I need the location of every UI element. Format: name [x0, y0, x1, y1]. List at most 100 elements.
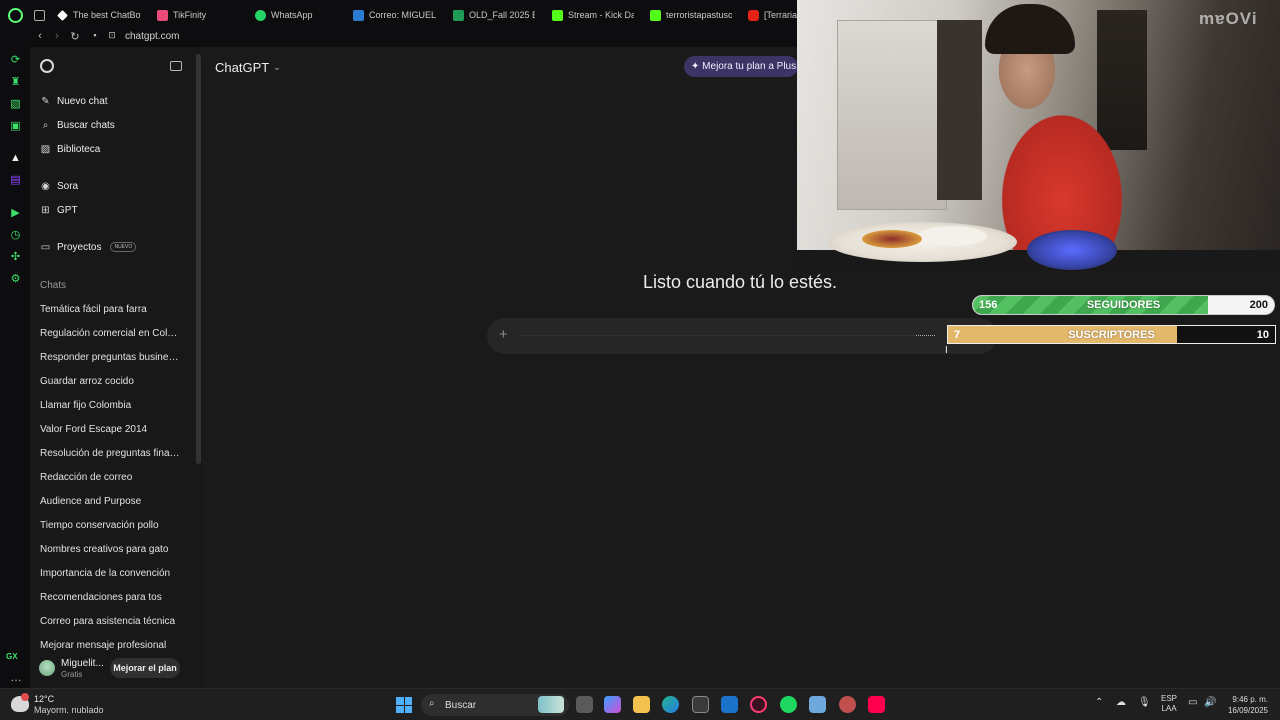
avatar[interactable] [39, 660, 55, 676]
food [862, 230, 922, 248]
text-cursor-icon: I [945, 345, 948, 356]
lang-bottom: LAA [1161, 704, 1177, 713]
prompt-input[interactable]: + [487, 318, 997, 354]
search-highlight-icon[interactable] [538, 696, 564, 713]
edge-icon[interactable] [662, 696, 679, 713]
opera-logo-icon[interactable] [8, 8, 23, 23]
library-button[interactable]: ▨ Biblioteca [40, 141, 101, 157]
upgrade-plus-button[interactable]: ✦ Mejora tu plan a Plus [684, 56, 798, 77]
play-icon: ◉ [41, 180, 50, 192]
new-chat-button[interactable]: ✎ Nuevo chat [40, 93, 108, 109]
new-chat-label: Nuevo chat [57, 95, 108, 107]
volume-icon[interactable]: 🔊 [1204, 697, 1216, 708]
chat-item[interactable]: Regulación comercial en Colombia [40, 328, 180, 339]
opera-gx-icon[interactable] [750, 696, 767, 713]
chat-item[interactable]: Mejorar mensaje profesional [40, 640, 180, 651]
tab-tikfinity[interactable]: TikFinity [157, 7, 237, 23]
gx-control-icon[interactable]: ⟳ [9, 54, 22, 67]
aria-icon[interactable]: ▲ [9, 152, 22, 165]
microphone-icon[interactable]: 🎙 [1138, 697, 1151, 708]
model-selector[interactable]: ChatGPT ⌄ [215, 60, 281, 75]
tab-chatbot[interactable]: The best ChatBot [57, 7, 141, 23]
input-placeholder-line [519, 335, 931, 336]
user-menu[interactable]: Miguelit... Gratis Mejorar el plan [30, 652, 202, 688]
tab-excel[interactable]: OLD_Fall 2025 EA [453, 7, 535, 23]
upgrade-plan-button[interactable]: Mejorar el plan [110, 658, 180, 678]
sidebar-scrollbar[interactable] [196, 54, 201, 464]
gx-cleaner-icon[interactable]: ♜ [9, 76, 22, 89]
tab-kick-channel[interactable]: terroristapastuso [650, 7, 732, 23]
site-info-icon[interactable]: ⊡ [105, 30, 119, 41]
tab-kick-dashboard[interactable]: Stream - Kick Da [552, 7, 634, 23]
openai-logo-icon[interactable] [40, 59, 54, 73]
forward-icon[interactable]: › [50, 30, 64, 42]
more-options-icon[interactable]: … [10, 670, 22, 684]
onedrive-icon[interactable]: ☁ [1116, 697, 1126, 708]
gpt-button[interactable]: ⊞ GPT [40, 202, 77, 218]
history-icon[interactable]: ◷ [9, 229, 22, 242]
screen: ⟳ ♜ ▧ ▣ ▲ ▤ ▶ ◷ ✣ ⚙ GX … The best ChatBo… [0, 0, 1280, 720]
chevron-up-icon[interactable]: ⌃ [1095, 697, 1103, 708]
chat-item[interactable]: Llamar fijo Colombia [40, 400, 180, 411]
clock-time: 9:46 p. m. [1232, 695, 1268, 704]
folder-icon: ▭ [40, 241, 51, 253]
projects-button[interactable]: ▭ Proyectos NUEVO [40, 239, 137, 255]
language-indicator[interactable]: ESP LAA [1161, 694, 1177, 714]
chat-item[interactable]: Redacción de correo [40, 472, 180, 483]
edit-icon: ✎ [41, 95, 50, 107]
chat-item[interactable]: Resolución de preguntas financieras [40, 448, 180, 459]
dictation-wave-icon[interactable] [916, 335, 935, 336]
twitch-icon[interactable]: ▤ [9, 174, 22, 187]
followers-goal: 200 [1249, 299, 1268, 311]
back-icon[interactable]: ‹ [33, 30, 47, 42]
network-icon[interactable]: ▭ [1188, 697, 1197, 708]
tiktok-icon[interactable] [868, 696, 885, 713]
copilot-icon[interactable] [604, 696, 621, 713]
store-icon[interactable] [692, 696, 709, 713]
workspace-icon[interactable] [34, 7, 50, 23]
tab-outlook[interactable]: Correo: MIGUEL A [353, 7, 437, 23]
chat-item[interactable]: Tiempo conservación pollo [40, 520, 180, 531]
gx-label-icon[interactable]: GX [6, 652, 18, 661]
app-icon[interactable] [809, 696, 826, 713]
task-view-icon[interactable] [576, 696, 593, 713]
weather-temp[interactable]: 12°C [34, 694, 54, 704]
reload-icon[interactable]: ↻ [68, 30, 82, 43]
library-label: Biblioteca [57, 143, 101, 155]
sora-button[interactable]: ◉ Sora [40, 178, 78, 194]
chat-item[interactable]: Nombres creativos para gato [40, 544, 180, 555]
search-chats-label: Buscar chats [57, 119, 115, 131]
spotify-icon[interactable] [780, 696, 797, 713]
taskbar-search-label: Buscar [445, 700, 477, 711]
attach-plus-icon[interactable]: + [499, 326, 508, 343]
chat-item[interactable]: Valor Ford Escape 2014 [40, 424, 180, 435]
weather-desc[interactable]: Mayorm. nublado [34, 705, 104, 715]
obs-icon[interactable] [839, 696, 856, 713]
sidebar-toggle-icon[interactable] [170, 61, 182, 71]
chat-item[interactable]: Recomendaciones para tos [40, 592, 180, 603]
chat-item[interactable]: Audience and Purpose [40, 496, 180, 507]
chat-item[interactable]: Responder preguntas business law [40, 352, 180, 363]
outlook-icon[interactable] [721, 696, 738, 713]
gx-corner-icon[interactable]: ▧ [9, 98, 22, 111]
messenger-icon[interactable]: ▣ [9, 120, 22, 133]
player-icon[interactable]: ▶ [9, 207, 22, 220]
user-plan: Gratis [61, 670, 83, 679]
extensions-icon[interactable]: ✣ [9, 251, 22, 264]
url-field[interactable]: chatgpt.com [125, 31, 179, 42]
tab-whatsapp[interactable]: WhatsApp [255, 7, 345, 23]
projects-label: Proyectos [57, 241, 102, 253]
chat-item[interactable]: Guardar arroz cocido [40, 376, 180, 387]
lock-icon[interactable]: ▪ [88, 30, 102, 40]
settings-gear-icon[interactable]: ⚙ [9, 273, 22, 286]
food-plate [827, 222, 1017, 262]
windows-start-icon[interactable] [396, 697, 412, 713]
chat-item[interactable]: Temática fácil para farra [40, 304, 180, 315]
tab-youtube[interactable]: [Terraria [748, 7, 798, 23]
chevron-down-icon: ⌄ [273, 62, 281, 72]
chat-item[interactable]: Correo para asistencia técnica [40, 616, 180, 627]
chat-item[interactable]: Importancia de la convención [40, 568, 180, 579]
system-clock[interactable]: 9:46 p. m. 16/09/2025 [1222, 694, 1268, 716]
file-explorer-icon[interactable] [633, 696, 650, 713]
search-chats-button[interactable]: ⌕ Buscar chats [40, 117, 115, 133]
